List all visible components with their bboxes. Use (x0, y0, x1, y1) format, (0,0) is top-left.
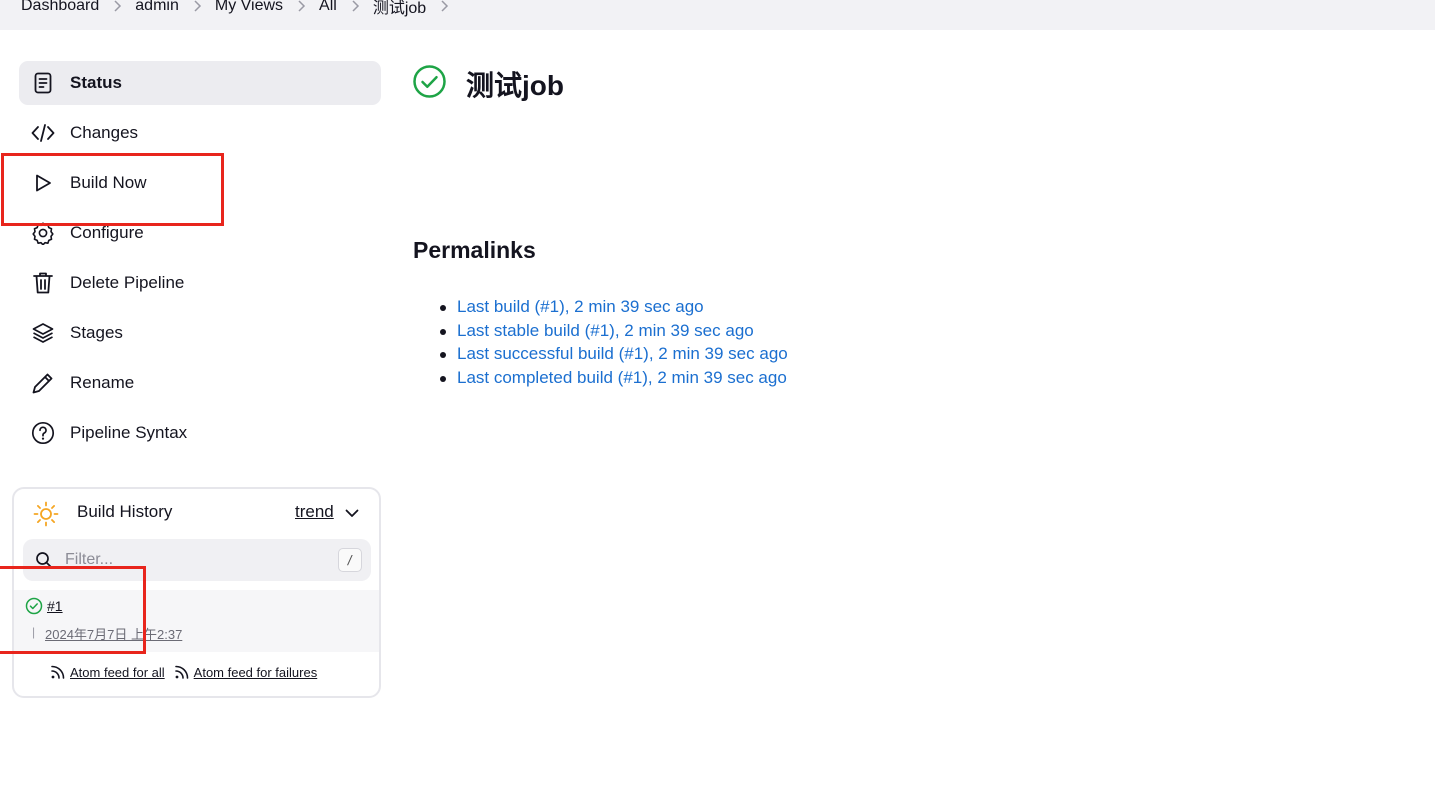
trash-icon (31, 271, 55, 295)
task-changes[interactable]: Changes (19, 111, 381, 155)
filter-shortcut-badge: / (338, 548, 362, 572)
task-label: Pipeline Syntax (70, 423, 188, 442)
task-pipeline-syntax[interactable]: Pipeline Syntax (19, 411, 381, 455)
permalink-last-build[interactable]: Last build (#1), 2 min 39 sec ago (457, 297, 704, 316)
atom-feed-failures-label: Atom feed for failures (193, 664, 318, 680)
atom-feeds: Atom feed for all Atom feed for failures (50, 664, 326, 680)
pencil-icon (31, 371, 55, 395)
permalinks-heading: Permalinks (413, 237, 536, 263)
breadcrumb-item-admin[interactable]: admin (135, 0, 179, 15)
chevron-right-icon (283, 0, 319, 15)
task-build-now[interactable]: Build Now (19, 161, 381, 205)
build-filter: / (23, 539, 371, 581)
chevron-right-icon[interactable] (426, 0, 462, 15)
permalink-last-stable-build[interactable]: Last stable build (#1), 2 min 39 sec ago (457, 321, 754, 340)
task-label: Status (70, 73, 122, 92)
build-separator: | (32, 625, 36, 639)
build-history-title: Build History (77, 502, 173, 521)
chevron-right-icon (179, 0, 215, 15)
atom-feed-all-label: Atom feed for all (70, 664, 165, 680)
task-label: Changes (70, 123, 139, 142)
success-icon (25, 597, 43, 620)
search-icon (35, 551, 53, 574)
task-label: Stages (70, 323, 123, 342)
task-label: Rename (70, 373, 135, 392)
atom-feed-all-link[interactable]: Atom feed for all (50, 664, 165, 680)
rss-icon (51, 665, 65, 679)
permalink-last-successful-build[interactable]: Last successful build (#1), 2 min 39 sec… (457, 344, 788, 363)
breadcrumb-item-my-views[interactable]: My Views (215, 0, 283, 15)
task-stages[interactable]: Stages (19, 311, 381, 355)
build-timestamp-link[interactable]: 2024年7月7日 上午2:37 (45, 624, 182, 643)
chevron-right-icon (337, 0, 373, 15)
task-status[interactable]: Status (19, 61, 381, 105)
job-success-icon (412, 64, 447, 104)
breadcrumb-bar: Dashboard admin My Views All 测试job (0, 0, 1435, 30)
help-circle-icon (31, 421, 55, 445)
task-label: Build Now (70, 173, 147, 192)
layers-icon (31, 321, 55, 345)
atom-feed-failures-link[interactable]: Atom feed for failures (174, 664, 318, 680)
permalink-last-completed-build[interactable]: Last completed build (#1), 2 min 39 sec … (457, 368, 787, 387)
permalinks-list: Last build (#1), 2 min 39 sec ago Last s… (440, 296, 788, 391)
chevron-down-icon[interactable] (345, 505, 359, 523)
code-icon (31, 121, 55, 145)
chevron-right-icon (99, 0, 135, 15)
rss-icon (174, 665, 188, 679)
list-item: Last completed build (#1), 2 min 39 sec … (440, 367, 788, 391)
list-item: Last stable build (#1), 2 min 39 sec ago (440, 320, 788, 344)
breadcrumb-item-all[interactable]: All (319, 0, 337, 15)
play-icon (31, 171, 55, 195)
build-filter-input[interactable] (65, 547, 325, 573)
task-label: Configure (70, 223, 144, 242)
task-label: Delete Pipeline (70, 273, 185, 292)
sun-icon (33, 501, 59, 532)
breadcrumb: Dashboard admin My Views All 测试job (21, 0, 462, 18)
document-icon (31, 71, 55, 95)
build-history-header: Build History trend (14, 489, 379, 537)
build-history-panel: Build History trend / #1 | 2024年7月7日 上午2… (12, 487, 381, 698)
breadcrumb-item-job[interactable]: 测试job (373, 0, 426, 18)
build-row[interactable]: #1 | 2024年7月7日 上午2:37 (14, 590, 379, 652)
page-title: 测试job (466, 70, 564, 101)
list-item: Last successful build (#1), 2 min 39 sec… (440, 343, 788, 367)
list-item: Last build (#1), 2 min 39 sec ago (440, 296, 788, 320)
task-rename[interactable]: Rename (19, 361, 381, 405)
task-delete-pipeline[interactable]: Delete Pipeline (19, 261, 381, 305)
task-configure[interactable]: Configure (19, 211, 381, 255)
trend-link[interactable]: trend (295, 502, 334, 522)
build-number-link[interactable]: #1 (47, 598, 63, 614)
breadcrumb-item-dashboard[interactable]: Dashboard (21, 0, 99, 15)
gear-icon (31, 221, 55, 245)
